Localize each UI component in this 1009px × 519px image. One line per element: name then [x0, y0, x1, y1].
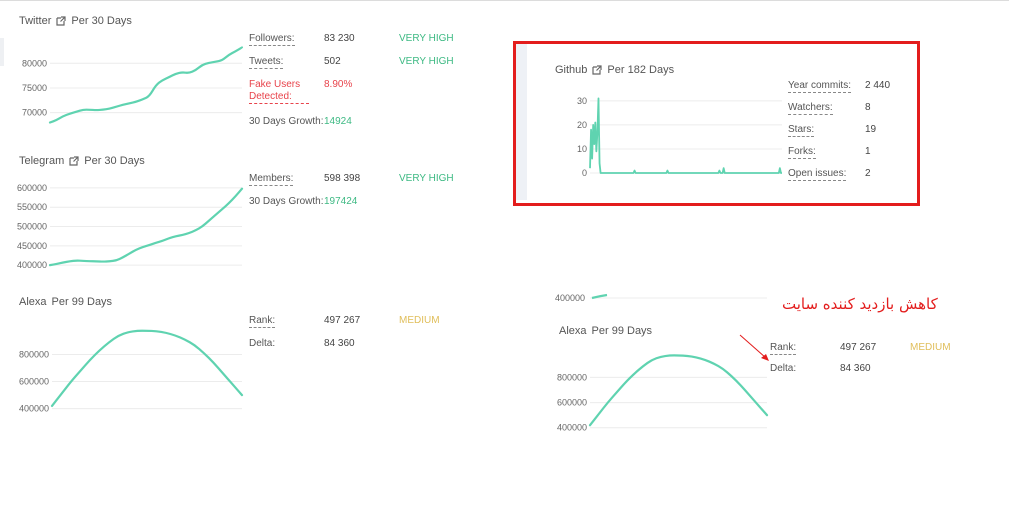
stat-year-commits-value: 2 440 [865, 80, 891, 91]
stat-telegram-growth-label: 30 Days Growth: [249, 196, 324, 207]
rank-copy-badge: MEDIUM [910, 342, 951, 353]
stat-telegram-growth-value: 197424 [324, 196, 358, 207]
stat-twitter-growth-value: 14924 [324, 116, 352, 127]
external-link-icon[interactable] [69, 156, 79, 166]
series-line [48, 46, 244, 124]
stat-followers-label: Followers: [249, 33, 295, 46]
top-divider [0, 0, 1009, 1]
annotation-text: کاهش بازدید کننده سایت [782, 295, 938, 313]
twitter-followers-chart: 80000 75000 70000 [22, 46, 244, 124]
stat-delta-value: 84 360 [324, 338, 355, 349]
stat-rank-value: 497 267 [324, 315, 361, 326]
y-tick-label: 20 [577, 120, 587, 130]
stat-forks-label: Forks: [788, 146, 816, 159]
y-tick-label: 400000 [19, 404, 49, 414]
github-commits-chart: 30 20 10 0 [577, 96, 782, 178]
alexa-copy-period: Per 99 Days [591, 325, 653, 337]
y-tick-label: 75000 [22, 83, 47, 93]
stat-rank-copy-value: 497 267 [840, 342, 877, 353]
twitter-panel-title: Twitter Per 30 Days [19, 15, 132, 27]
github-period: Per 182 Days [607, 64, 675, 76]
stat-delta-label: Delta: [249, 338, 276, 349]
external-link-icon[interactable] [592, 65, 603, 75]
telegram-members-chart: 600000 550000 500000 450000 400000 [17, 183, 244, 270]
stat-year-commits-label: Year commits: [788, 80, 851, 93]
y-tick-label: 450000 [17, 241, 47, 251]
stat-fake-users-label: Fake Users Detected: [249, 79, 309, 104]
stat-stars-value: 19 [865, 124, 877, 135]
y-tick-label: 400000 [17, 260, 47, 270]
alexa-copy-title: Alexa [559, 325, 587, 337]
stat-members-value: 598 398 [324, 173, 361, 184]
stat-tweets-value: 502 [324, 56, 341, 67]
y-tick-label: 800000 [19, 349, 49, 359]
y-tick-label: 800000 [557, 372, 587, 382]
alexa-period: Per 99 Days [51, 296, 113, 308]
followers-badge: VERY HIGH [399, 33, 454, 44]
stat-forks-value: 1 [865, 146, 871, 157]
stat-fake-users-value: 8.90% [324, 79, 353, 90]
twitter-title: Twitter [19, 15, 52, 27]
stat-watchers-value: 8 [865, 102, 871, 113]
stat-stars-label: Stars: [788, 124, 815, 137]
stat-rank-label: Rank: [249, 315, 276, 328]
telegram-period: Per 30 Days [84, 155, 145, 167]
y-tick-label: 550000 [17, 202, 47, 212]
y-tick-label: 400000 [555, 293, 585, 303]
stat-members-label: Members: [249, 173, 294, 186]
y-tick-label: 80000 [22, 58, 47, 68]
cropped-chart-fragment: 400000 [555, 293, 767, 303]
stat-delta-copy-label: Delta: [770, 363, 797, 374]
alexa-copy-panel-title: Alexa Per 99 Days [559, 325, 652, 337]
y-tick-label: 600000 [17, 183, 47, 193]
stat-watchers-label: Watchers: [788, 102, 833, 115]
stat-followers-value: 83 230 [324, 33, 355, 44]
y-tick-label: 0 [582, 168, 587, 178]
telegram-panel-title: Telegram Per 30 Days [19, 155, 145, 167]
y-tick-label: 400000 [557, 423, 587, 433]
stat-tweets-label: Tweets: [249, 56, 284, 69]
commits-series-line [589, 97, 782, 174]
alexa-copy-rank-chart: 800000 600000 400000 [557, 354, 769, 433]
series-line [50, 329, 244, 408]
github-panel-title: Github Per 182 Days [555, 64, 674, 76]
rank-badge: MEDIUM [399, 315, 440, 326]
left-edge-marker [0, 38, 4, 66]
y-tick-label: 10 [577, 144, 587, 154]
y-tick-label: 600000 [557, 398, 587, 408]
y-tick-label: 600000 [19, 377, 49, 387]
stat-delta-copy-value: 84 360 [840, 363, 871, 374]
github-title: Github [555, 64, 588, 76]
series-line [588, 354, 769, 427]
stat-open-issues-label: Open issues: [788, 168, 847, 181]
telegram-title: Telegram [19, 155, 65, 167]
stat-open-issues-value: 2 [865, 168, 871, 179]
members-badge: VERY HIGH [399, 173, 454, 184]
y-tick-label: 500000 [17, 222, 47, 232]
tweets-badge: VERY HIGH [399, 56, 454, 67]
twitter-period: Per 30 Days [71, 15, 132, 27]
external-link-icon[interactable] [56, 16, 67, 26]
y-tick-label: 70000 [22, 108, 47, 118]
stat-rank-copy-label: Rank: [770, 342, 797, 355]
alexa-panel-title: Alexa Per 99 Days [19, 296, 112, 308]
alexa-title: Alexa [19, 296, 47, 308]
y-tick-label: 30 [577, 96, 587, 106]
alexa-rank-chart: 800000 600000 400000 [19, 329, 244, 414]
stat-twitter-growth-label: 30 Days Growth: [249, 116, 324, 127]
